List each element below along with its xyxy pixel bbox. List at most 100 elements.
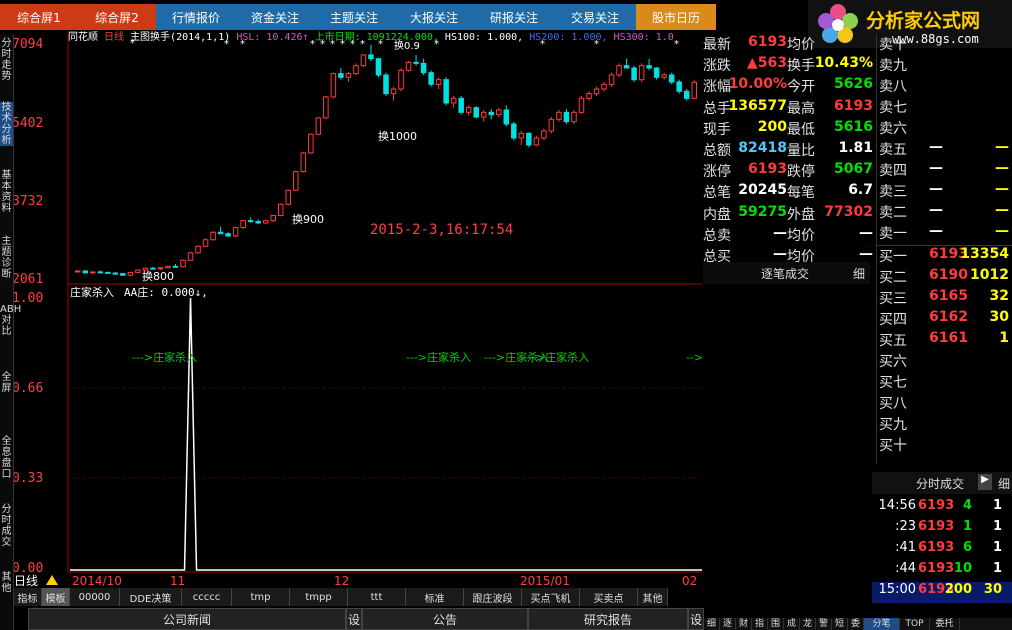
arrow-label-4: --->庄家杀入 xyxy=(524,350,589,364)
quote-label: 总额 xyxy=(703,143,731,159)
fenshi-header: 分时成交 ▶ 细 xyxy=(872,472,1012,494)
quote-value-2: 6.7 xyxy=(848,182,873,199)
tab-quotes[interactable]: 行情报价 xyxy=(156,4,236,30)
leftnav-theme-diagnosis[interactable]: 主题诊断 xyxy=(0,236,13,280)
right-panel-tab[interactable]: 分笔 xyxy=(864,618,900,630)
indicator-template-button[interactable]: tmpp xyxy=(290,588,348,606)
indicator-template-button[interactable]: ccccc xyxy=(182,588,232,606)
period-triangle-icon[interactable] xyxy=(46,575,58,585)
fenshi-detail-button[interactable]: 细 xyxy=(998,475,1010,492)
settings-button[interactable]: 设 xyxy=(346,608,362,630)
candle-body xyxy=(165,265,171,269)
candle-body xyxy=(623,65,630,69)
right-panel-tab[interactable]: 短 xyxy=(832,618,848,630)
indicator-template-button[interactable]: 指标 xyxy=(14,588,42,606)
news-tab[interactable]: 公告 xyxy=(362,608,528,630)
tab-research-focus[interactable]: 研报关注 xyxy=(474,4,554,30)
play-icon[interactable]: ▶ xyxy=(978,474,992,490)
tab-zonghe2[interactable]: 综合屏2 xyxy=(78,4,156,30)
ask-row[interactable]: 卖九 xyxy=(879,55,1011,76)
indicator-template-button[interactable]: 买点飞机 xyxy=(522,588,580,606)
bid-row[interactable]: 买五 6161 1 xyxy=(879,330,1011,351)
tab-theme-focus[interactable]: 主题关注 xyxy=(314,4,394,30)
tick-trade-label[interactable]: 逐笔成交 xyxy=(761,265,809,282)
tick-trade-detail-button[interactable]: 细 xyxy=(853,265,865,282)
candle-body xyxy=(556,111,562,120)
level-price: 6162 xyxy=(929,309,968,325)
bid-row[interactable]: 买九 xyxy=(879,414,1011,435)
leftnav-abh-compare[interactable]: ABH对比 xyxy=(0,304,21,337)
bid-row[interactable]: 买一 6193 13354 xyxy=(879,246,1011,267)
tab-stock-calendar[interactable]: 股市日历 xyxy=(636,4,716,30)
right-panel-tab[interactable]: 细 xyxy=(704,618,720,630)
right-panel-tab[interactable]: 指 xyxy=(752,618,768,630)
level-price: — xyxy=(929,223,943,239)
ask-row[interactable]: 卖八 xyxy=(879,76,1011,97)
news-tab[interactable]: 公司新闻 xyxy=(28,608,346,630)
ask-row[interactable]: 卖六 xyxy=(879,118,1011,139)
x-period-label[interactable]: 日线 xyxy=(14,574,38,586)
leftnav-full-depth[interactable]: 全息盘口 xyxy=(0,436,13,480)
bid-row[interactable]: 买六 xyxy=(879,351,1011,372)
leftnav-fullscreen[interactable]: 全屏 xyxy=(0,372,13,394)
indicator-template-button[interactable]: DDE决策 xyxy=(120,588,182,606)
indicator-template-button[interactable]: 标准 xyxy=(406,588,464,606)
quote-value: 59275 xyxy=(738,203,787,220)
ask-row[interactable]: 卖七 xyxy=(879,97,1011,118)
bid-row[interactable]: 买七 xyxy=(879,372,1011,393)
bid-row[interactable]: 买三 6165 32 xyxy=(879,288,1011,309)
leftnav-tick-trades[interactable]: 分时成交 xyxy=(0,504,13,548)
candle-body xyxy=(571,111,577,123)
signal-star: * xyxy=(320,39,325,50)
ask-row[interactable]: 卖十 xyxy=(879,34,1011,55)
indicator-template-button[interactable]: 其他 xyxy=(638,588,668,606)
indicator-template-button[interactable]: 跟庄波段 xyxy=(464,588,522,606)
signal-star: * xyxy=(540,39,545,50)
settings-button[interactable]: 设 xyxy=(688,608,704,630)
right-panel-tab[interactable]: 委托 xyxy=(930,618,960,630)
candle-body xyxy=(195,245,201,254)
right-panel-tab[interactable]: 龙 xyxy=(800,618,816,630)
leftnav-fundamentals[interactable]: 基本资料 xyxy=(0,170,13,214)
cursor-timestamp: 2015-2-3,16:17:54 xyxy=(370,222,513,238)
tab-report-focus[interactable]: 大报关注 xyxy=(394,4,474,30)
bid-row[interactable]: 买二 6190 1012 xyxy=(879,267,1011,288)
leftnav-other[interactable]: 其他 xyxy=(0,572,13,594)
right-panel-tab[interactable]: 逐 xyxy=(720,618,736,630)
leftnav-intraday[interactable]: 分时走势 xyxy=(0,38,13,82)
tab-zonghe1[interactable]: 综合屏1 xyxy=(0,4,78,30)
right-panel-tab[interactable]: TOP xyxy=(900,618,930,630)
right-panel-tab[interactable]: 委 xyxy=(848,618,864,630)
ask-row[interactable]: 卖二 — — xyxy=(879,202,1011,223)
right-panel-tab[interactable]: 警 xyxy=(816,618,832,630)
tab-trade-focus[interactable]: 交易关注 xyxy=(554,4,636,30)
ask-row[interactable]: 卖五 — — xyxy=(879,139,1011,160)
indicator-template-button[interactable]: 买卖点 xyxy=(580,588,638,606)
level-volume: — xyxy=(995,202,1009,218)
leftnav-technical[interactable]: 技术分析 xyxy=(0,102,13,146)
candle-body xyxy=(480,111,487,118)
bid-row[interactable]: 买八 xyxy=(879,393,1011,414)
right-panel-tab[interactable]: 成 xyxy=(784,618,800,630)
indicator-template-button[interactable]: 00000 xyxy=(70,588,120,606)
ask-row[interactable]: 卖一 — — xyxy=(879,223,1011,244)
tab-fund-focus[interactable]: 资金关注 xyxy=(236,4,314,30)
level-label: 买二 xyxy=(879,270,907,286)
fenshi-price: 6193 xyxy=(918,540,955,555)
right-panel-tab[interactable]: 围 xyxy=(768,618,784,630)
ask-row[interactable]: 卖三 — — xyxy=(879,181,1011,202)
indicator-template-button[interactable]: ttt xyxy=(348,588,406,606)
candle-body xyxy=(300,152,307,173)
indicator-template-button[interactable]: 模板 xyxy=(42,588,70,606)
news-tab[interactable]: 研究报告 xyxy=(528,608,688,630)
indicator-template-button[interactable]: tmp xyxy=(232,588,290,606)
quote-value-2: — xyxy=(859,246,873,262)
bid-row[interactable]: 买十 xyxy=(879,435,1011,456)
fenshi-title[interactable]: 分时成交 xyxy=(916,475,964,492)
ask-row[interactable]: 卖四 — — xyxy=(879,160,1011,181)
fenshi-price: 6193 xyxy=(918,519,955,534)
bid-row[interactable]: 买四 6162 30 xyxy=(879,309,1011,330)
right-panel-tab[interactable]: 财 xyxy=(736,618,752,630)
arrow-label-1: --->庄家杀入 xyxy=(132,350,197,364)
candle-body xyxy=(338,73,344,78)
